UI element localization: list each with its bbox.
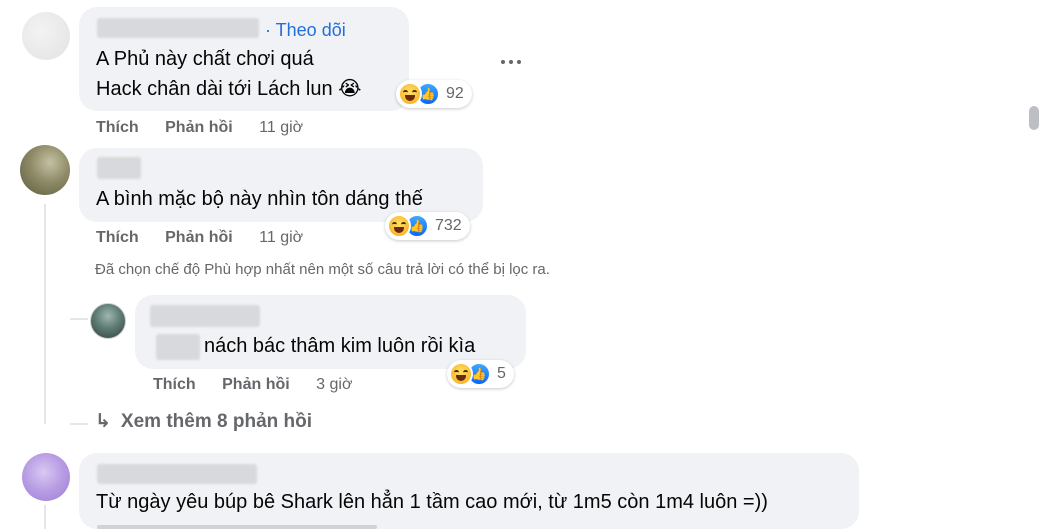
comment-text-line: Hack chân dài tới Lách lun 😭 bbox=[96, 78, 362, 100]
reaction-summary[interactable]: 👍 5 bbox=[447, 360, 514, 388]
thread-line-branch bbox=[70, 423, 88, 425]
reaction-summary[interactable]: 👍 732 bbox=[385, 212, 470, 240]
like-button[interactable]: Thích bbox=[153, 376, 196, 393]
haha-reaction-icon bbox=[449, 362, 473, 386]
mention-redacted[interactable] bbox=[156, 334, 200, 360]
filter-notice: Đã chọn chế độ Phù hợp nhất nên một số c… bbox=[95, 261, 550, 278]
thread-line bbox=[44, 204, 46, 424]
scrollbar-thumb[interactable] bbox=[1029, 106, 1039, 130]
reply-text: nách bác thâm kim luôn rồi kìa bbox=[204, 335, 476, 357]
avatar[interactable] bbox=[22, 453, 70, 501]
reaction-summary[interactable]: 👍 92 bbox=[396, 80, 472, 108]
commenter-name-redacted[interactable] bbox=[97, 464, 257, 484]
like-button[interactable]: Thích bbox=[96, 119, 139, 136]
follow-link[interactable]: · Theo dõi bbox=[265, 20, 346, 41]
reaction-count: 92 bbox=[446, 85, 464, 102]
see-more-label: Xem thêm 8 phản hồi bbox=[120, 411, 313, 432]
reaction-count: 732 bbox=[435, 217, 462, 234]
haha-reaction-icon bbox=[398, 82, 422, 106]
commenter-name-redacted[interactable] bbox=[97, 157, 141, 179]
reply-button[interactable]: Phản hồi bbox=[165, 119, 233, 136]
reply-button[interactable]: Phản hồi bbox=[222, 376, 290, 393]
see-more-replies-button[interactable]: ↳ Xem thêm 8 phản hồi bbox=[95, 410, 312, 433]
comment-actions: Thích Phản hồi 11 giờ bbox=[96, 119, 303, 137]
avatar[interactable] bbox=[20, 145, 70, 195]
comment-text-line: A Phủ này chất chơi quá bbox=[96, 48, 314, 70]
thread-line-branch bbox=[70, 318, 88, 320]
reply-button[interactable]: Phản hồi bbox=[165, 229, 233, 246]
reply-actions: Thích Phản hồi 3 giờ bbox=[153, 376, 352, 394]
commenter-name-redacted[interactable] bbox=[97, 18, 259, 38]
timestamp[interactable]: 11 giờ bbox=[259, 229, 303, 246]
next-comment-edge bbox=[97, 525, 377, 529]
avatar[interactable] bbox=[90, 303, 126, 339]
timestamp[interactable]: 3 giờ bbox=[316, 376, 352, 393]
reaction-count: 5 bbox=[497, 365, 506, 382]
comment-text-line: Từ ngày yêu búp bê Shark lên hẳn 1 tầm c… bbox=[96, 491, 768, 513]
comment-actions: Thích Phản hồi 11 giờ bbox=[96, 229, 303, 247]
haha-reaction-icon bbox=[387, 214, 411, 238]
timestamp[interactable]: 11 giờ bbox=[259, 119, 303, 136]
more-options-icon[interactable] bbox=[499, 52, 523, 72]
comment-text-line: A bình mặc bộ này nhìn tôn dáng thế bbox=[96, 188, 423, 210]
thread-line bbox=[44, 505, 46, 529]
commenter-name-redacted[interactable] bbox=[150, 305, 260, 327]
reply-arrow-icon: ↳ bbox=[95, 411, 111, 432]
avatar[interactable] bbox=[22, 12, 70, 60]
like-button[interactable]: Thích bbox=[96, 229, 139, 246]
